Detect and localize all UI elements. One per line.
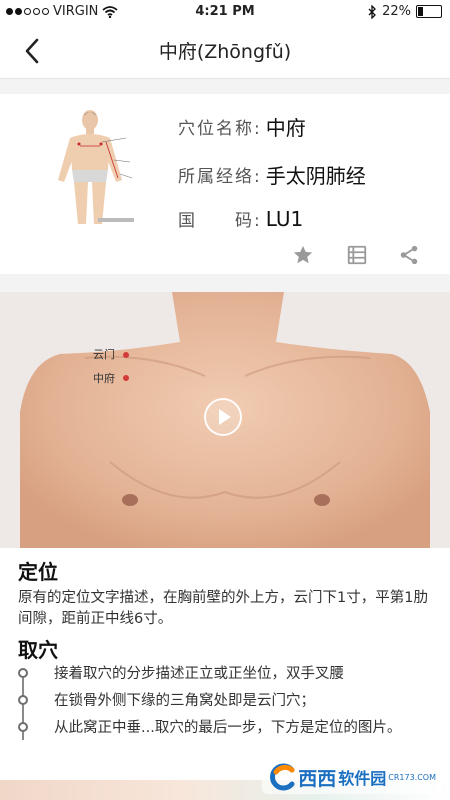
acupoint-name-row: 穴位名称: 中府 (178, 112, 306, 141)
watermark-text: 西西 (298, 767, 337, 790)
acupoint-name-value: 中府 (265, 116, 306, 140)
method-title: 取穴 (18, 638, 58, 662)
watermark-logo: 西西 软件园 CR173.COM (262, 760, 442, 794)
share-button[interactable] (398, 244, 420, 268)
point-marker-zhongfu (123, 375, 129, 381)
code-value: LU1 (265, 206, 304, 231)
watermark-sub: CR173.COM (388, 772, 436, 782)
code-row: 国 码: LU1 (178, 206, 304, 232)
bluetooth-icon (368, 4, 377, 19)
meridian-row: 所属经络: 手太阴肺经 (178, 160, 366, 189)
battery-fill (418, 7, 423, 16)
method-step: 在锁骨外侧下缘的三角窝处即是云门穴； (54, 693, 315, 709)
status-bar: VIRGIN 4:21 PM 22% (0, 0, 450, 24)
watermark-c-icon (270, 763, 295, 791)
method-steps: 接着取穴的分步描述正立或正坐位，双手叉腰 在锁骨外侧下缘的三角窝处即是云门穴； … (18, 664, 438, 745)
play-icon[interactable] (204, 398, 242, 436)
share-icon (400, 245, 418, 265)
acupoint-name-label: 穴位名称: (178, 119, 262, 139)
meridian-label: 所属经络: (178, 167, 262, 187)
star-icon (293, 245, 313, 264)
point-label-zhongfu: 中府 (93, 372, 115, 385)
point-label-yunmen: 云门 (93, 348, 115, 361)
point-marker-yunmen (123, 352, 129, 358)
battery-icon (416, 5, 442, 18)
meridian-value: 手太阴肺经 (265, 164, 366, 188)
location-photo: 云门 中府 (0, 292, 450, 548)
favorite-button[interactable] (292, 244, 314, 268)
page-title: 中府(Zhōngfǔ) (158, 41, 292, 63)
content-section: 定位 原有的定位文字描述，在胸前壁的外上方，云门下1寸，平第1肋间隙，距前正中线… (0, 548, 450, 780)
code-label: 国 码: (178, 211, 262, 231)
method-step: 从此窝正中垂...取穴的最后一步，下方是定位的图片。 (54, 720, 402, 736)
meridian-figure-image (58, 110, 134, 224)
back-button[interactable] (18, 36, 48, 66)
chevron-left-icon (25, 38, 39, 64)
method-step: 接着取穴的分步描述正立或正坐位，双手叉腰 (54, 666, 344, 682)
battery-percent: 22% (382, 4, 411, 19)
nav-bar: 中府(Zhōngfǔ) (0, 24, 450, 79)
location-text: 原有的定位文字描述，在胸前壁的外上方，云门下1寸，平第1肋间隙，距前正中线6寸。 (18, 590, 428, 627)
watermark-suffix: 软件园 (338, 769, 387, 788)
detail-list-button[interactable] (346, 244, 368, 268)
list-icon (347, 245, 367, 265)
location-title: 定位 (18, 560, 58, 584)
acupoint-info-card: 穴位名称: 中府 所属经络: 手太阴肺经 国 码: LU1 (0, 94, 450, 274)
